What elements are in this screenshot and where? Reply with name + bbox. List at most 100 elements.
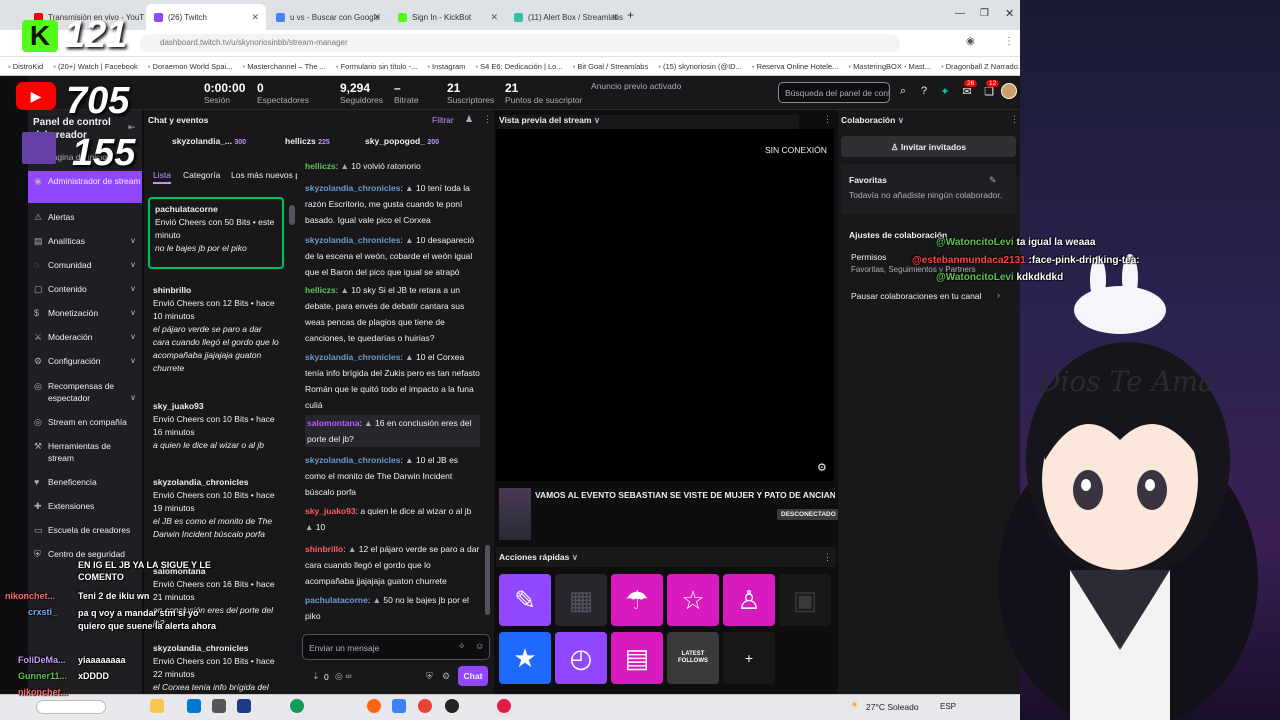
- permissions-title[interactable]: Permisos: [851, 252, 886, 262]
- sidebar-item-alerts[interactable]: ⚠ Alertas: [28, 212, 142, 222]
- new-tab-button[interactable]: +: [627, 8, 634, 22]
- user-settings-icon[interactable]: ♟: [465, 114, 473, 125]
- sidebar-item-tools[interactable]: ⚒ Herramientas de stream: [28, 440, 138, 464]
- clip-button[interactable]: ▦: [555, 574, 607, 626]
- tab-kickbot[interactable]: Sign In - KickBot ✕: [390, 4, 505, 30]
- copilot-icon[interactable]: [150, 699, 164, 713]
- bookmark-item[interactable]: Reserva Online Hotele...: [752, 62, 839, 71]
- close-icon[interactable]: ✕: [251, 12, 259, 23]
- bookmark-item[interactable]: Formulario sin título -...: [336, 62, 418, 71]
- tab-streamlabs[interactable]: (11) Alert Box / Streamlabs ✕: [506, 4, 626, 30]
- raid-button[interactable]: ☂: [611, 574, 663, 626]
- sidebar-item-settings[interactable]: ⚙ Configuración ∨: [28, 356, 142, 366]
- bookmark-item[interactable]: Instagram: [427, 62, 465, 71]
- close-icon[interactable]: ✕: [490, 12, 498, 23]
- activity-scrollbar[interactable]: [289, 205, 295, 225]
- help-icon[interactable]: ?: [917, 85, 931, 99]
- sidebar-item-content[interactable]: ▢ Contenido ∨: [28, 284, 142, 294]
- highlight-button[interactable]: ☆: [667, 574, 719, 626]
- add-mod-button[interactable]: ♙: [723, 574, 775, 626]
- bookmark-item[interactable]: MasteringBOX - Mast...: [848, 62, 931, 71]
- scene-button[interactable]: ▤: [611, 632, 663, 684]
- ad-timer-button[interactable]: ◴: [555, 632, 607, 684]
- tab-category[interactable]: Categoría: [183, 170, 220, 180]
- more-options-icon[interactable]: ⋮: [1010, 114, 1019, 125]
- dashboard-search-input[interactable]: Búsqueda del panel de contro: [778, 82, 890, 103]
- sidebar-item-stream-manager[interactable]: ◉ Administrador de stream: [28, 175, 142, 187]
- edit-stream-info-button[interactable]: ✎: [499, 574, 551, 626]
- inbox-icon[interactable]: ✉: [960, 85, 974, 99]
- invite-guests-button[interactable]: ♙ Invitar invitados: [841, 136, 1016, 157]
- bookmark-item[interactable]: (15) skynoriosin (@ID...: [658, 62, 742, 71]
- more-options-icon[interactable]: ⋮: [823, 114, 832, 125]
- sidebar-item-together[interactable]: ◎ Stream en compañía: [28, 417, 142, 427]
- chat-scrollbar[interactable]: [485, 545, 490, 615]
- video-player[interactable]: [496, 129, 834, 481]
- bookmark-item[interactable]: (20+) Watch | Facebook: [53, 62, 138, 71]
- tab-google[interactable]: u vs - Buscar con Google ✕: [268, 4, 388, 30]
- sidebar-item-safety[interactable]: ⛨ Centro de seguridad: [28, 549, 142, 559]
- close-icon[interactable]: ✕: [611, 12, 619, 23]
- filter-button[interactable]: Filtrar: [432, 115, 454, 125]
- more-options-icon[interactable]: ⋮: [823, 552, 832, 563]
- bookmark-item[interactable]: Masterchannel – The ...: [242, 62, 326, 71]
- sidebar-item-rewards[interactable]: ◎ Recompensas de espectador ∨: [28, 380, 136, 404]
- activity-item[interactable]: shinbrillo Envió Cheers con 12 Bits • ha…: [148, 280, 284, 384]
- latest-follows-button[interactable]: LATEST FOLLOWS: [667, 632, 719, 684]
- tab-newest[interactable]: Los más nuevos pr: [231, 170, 297, 180]
- add-quick-action-button[interactable]: +: [723, 632, 775, 684]
- whispers-icon[interactable]: ❏: [982, 85, 996, 99]
- close-icon[interactable]: ✕: [373, 12, 381, 23]
- stream-title[interactable]: VAMOS AL EVENTO SEBASTIAN SE VISTE DE MU…: [535, 490, 835, 500]
- avatar[interactable]: [1001, 83, 1017, 99]
- close-window-button[interactable]: ✕: [1005, 7, 1014, 20]
- sidebar-item-extensions[interactable]: ✚ Extensiones: [28, 501, 142, 511]
- emote-icon[interactable]: ☺: [475, 641, 484, 651]
- tab-twitch[interactable]: (26) Twitch ✕: [146, 4, 266, 30]
- sidebar-item-charity[interactable]: ♥ Beneficencia: [28, 477, 142, 487]
- activity-item[interactable]: skyzolandia_chronicles Envió Cheers con …: [148, 472, 284, 552]
- pencil-icon[interactable]: ✎: [989, 175, 997, 186]
- bookmark-item[interactable]: Bit Goal / Streamlabs: [573, 62, 648, 71]
- gear-icon[interactable]: ⚙: [442, 671, 450, 682]
- taskbar-search[interactable]: [36, 700, 106, 714]
- featured-button[interactable]: ★: [499, 632, 551, 684]
- bookmark-item[interactable]: S4 E6: Dedicación | Lo...: [475, 62, 562, 71]
- bits-icon[interactable]: ✧: [458, 641, 466, 652]
- prime-icon[interactable]: ✦: [938, 85, 952, 99]
- more-options-icon[interactable]: ⋮: [483, 114, 492, 125]
- file-explorer-icon[interactable]: [187, 699, 201, 713]
- taskbar-app-icon[interactable]: [212, 699, 226, 713]
- activity-item[interactable]: sky_juako93 Envió Cheers con 10 Bits • h…: [148, 396, 284, 462]
- chrome-icon[interactable]: [418, 699, 432, 713]
- search-icon[interactable]: ⌕: [896, 85, 910, 99]
- language-indicator[interactable]: ESP: [940, 702, 956, 711]
- bookmark-item[interactable]: Doraemon World Spai...: [148, 62, 233, 71]
- sidebar-item-analytics[interactable]: ▤ Analíticas ∨: [28, 236, 142, 246]
- sidebar-item-moderation[interactable]: ⚔ Moderación ∨: [28, 332, 142, 342]
- firefox-icon[interactable]: [367, 699, 381, 713]
- tab-list[interactable]: Lista: [153, 170, 171, 184]
- bookmark-item[interactable]: DistroKid: [8, 62, 43, 71]
- opera-icon[interactable]: [497, 699, 511, 713]
- address-bar[interactable]: dashboard.twitch.tv/u/skynoriosinbb/stre…: [140, 34, 900, 52]
- sidebar-item-community[interactable]: ◌ Comunidad ∨: [28, 260, 142, 270]
- minimize-button[interactable]: —: [955, 8, 965, 19]
- bookmark-item[interactable]: Dragonball Z Narrado...: [941, 62, 1020, 71]
- activity-item[interactable]: pachulatacorne Envió Cheers con 50 Bits …: [148, 197, 284, 269]
- taskbar-app-icon[interactable]: [237, 699, 251, 713]
- channel-points-icon[interactable]: ◎ ∞: [335, 671, 352, 682]
- edge-icon[interactable]: [290, 699, 304, 713]
- obs-icon[interactable]: [445, 699, 459, 713]
- snapshot-button[interactable]: ▣: [779, 574, 831, 626]
- gear-icon[interactable]: ⚙: [817, 461, 827, 474]
- menu-icon[interactable]: ⋮: [1004, 36, 1014, 47]
- sidebar-item-school[interactable]: ▭ Escuela de creadores: [28, 525, 142, 535]
- taskbar-app-icon[interactable]: [392, 699, 406, 713]
- maximize-button[interactable]: ❐: [980, 8, 989, 19]
- chat-send-button[interactable]: Chat: [458, 666, 488, 686]
- activity-item[interactable]: skyzolandia_chronicles Envió Cheers con …: [148, 638, 284, 694]
- profile-icon[interactable]: ◉: [966, 36, 975, 47]
- shield-icon[interactable]: ⛨: [426, 671, 433, 682]
- sidebar-item-monetization[interactable]: $ Monetización ∨: [28, 308, 142, 318]
